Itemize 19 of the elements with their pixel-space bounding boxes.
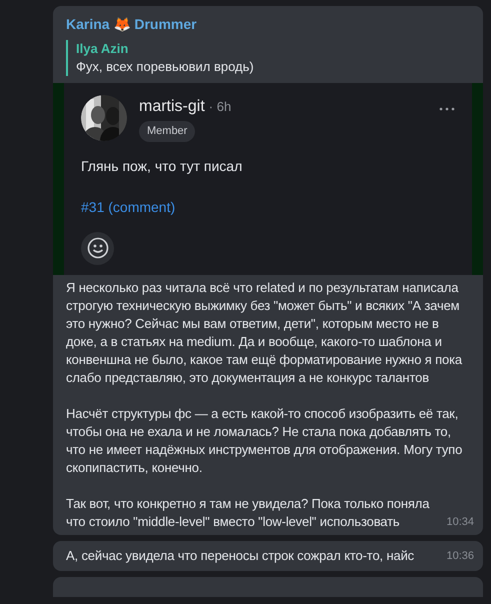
comment-link[interactable]: #31 (comment) <box>81 196 455 218</box>
comment-age: · 6h <box>208 98 232 116</box>
reply-text: Фух, всех поревьювил вродь) <box>76 58 255 76</box>
add-reaction-button[interactable] <box>81 232 114 264</box>
reply-author: Ilya Azin <box>76 40 130 58</box>
smiley-icon <box>86 237 108 259</box>
message-time: 10:36 <box>446 549 474 564</box>
comment-text: Глянь пож, что тут писал <box>81 156 244 176</box>
message-time: 10:34 <box>446 515 474 530</box>
reply-quote[interactable]: Ilya Azin Фух, всех поревьювил вродь) <box>66 40 470 76</box>
message-paragraph: Так вот, что конкретно я там не увидела? Пока только поняла что стоило "middle-level" вместо "low-level" использовать <box>66 494 430 530</box>
message-paragraph: Насчёт структуры фс — а есть какой-то способ изобразить её так, чтобы она не ехала и не ломалась? Не стала пока добавлять то, что не имеет надёжных инструментов для отображения. Могу тупо скопипастить, конечно. <box>66 404 464 476</box>
embedded-comment[interactable]: martis-git · 6h Member Глянь пож, что тут писал #31 (comment) <box>53 83 483 274</box>
message-paragraph: Я несколько раз читала всё что related и по результатам написала строгую техническую выжимку без "может быть" и всяких "А зачем это нужно? Сейчас мы вам ответим, дети", которым место не в доке, а в статьях на medium. Да и вообще, какого-то шаблона и конвеншна не было, какое там ещё форматирование нужно я пока слабо представляю, это документация а не конкурс талантов <box>66 278 464 386</box>
message-text: А, сейчас увидела что переносы строк сожрал кто-то, найс <box>66 546 414 564</box>
role-badge: Member <box>139 121 196 142</box>
sender-name[interactable]: Karina 🦊 Drummer <box>66 16 197 32</box>
more-icon[interactable] <box>439 107 455 111</box>
comment-author[interactable]: martis-git <box>139 95 205 119</box>
